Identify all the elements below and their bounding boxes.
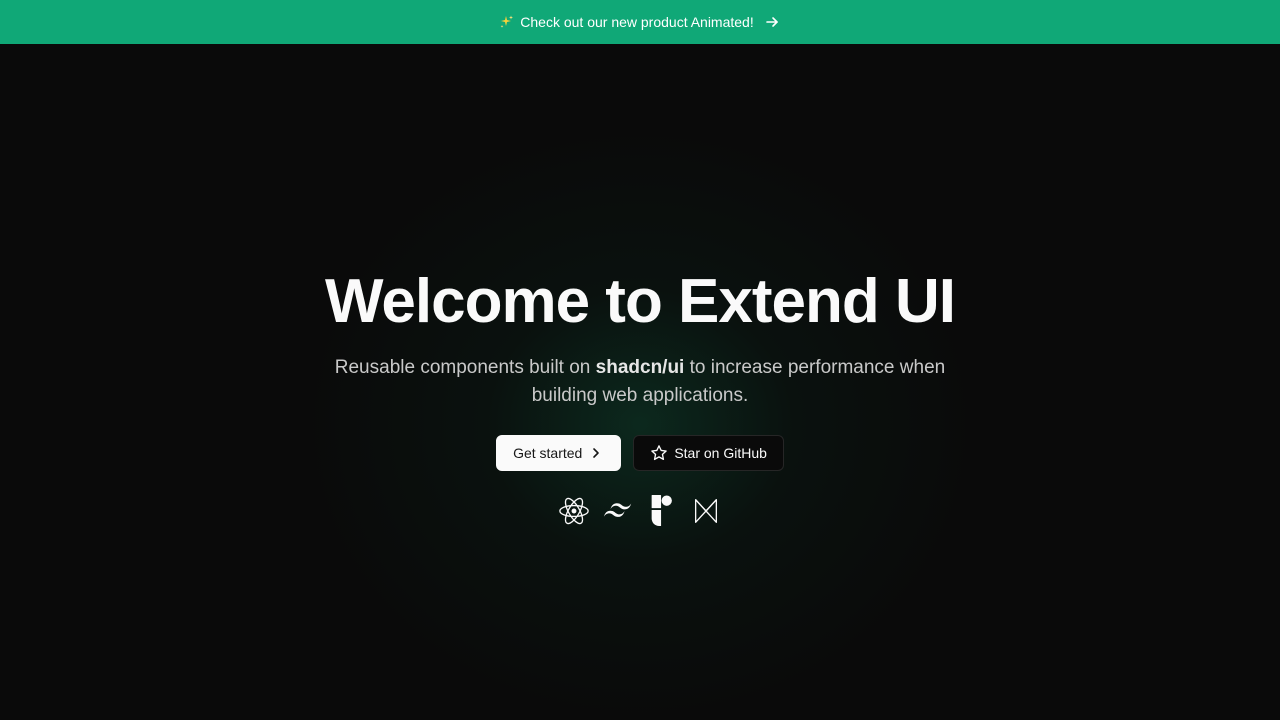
tech-stack — [0, 494, 1280, 528]
hero-actions: Get started Star on GitHub — [0, 435, 1280, 471]
subtitle-text-start: Reusable components built on — [334, 357, 596, 378]
star-icon — [650, 444, 668, 462]
star-on-github-button[interactable]: Star on GitHub — [633, 435, 784, 471]
tailwind-icon — [602, 494, 634, 528]
arrow-right-icon — [764, 14, 780, 30]
hero-subtitle: Reusable components built on shadcn/ui t… — [320, 354, 960, 410]
motion-icon — [690, 494, 722, 528]
announcement-banner[interactable]: Check out our new product Animated! — [0, 0, 1280, 44]
framer-icon — [646, 494, 678, 528]
react-icon — [558, 494, 590, 528]
page-title: Welcome to Extend UI — [325, 267, 956, 336]
hero-section: Welcome to Extend UI Reusable components… — [0, 44, 1280, 720]
banner-text: Check out our new product Animated! — [520, 14, 754, 30]
shadcn-ui-highlight: shadcn/ui — [595, 357, 685, 378]
chevron-right-icon — [588, 445, 604, 461]
get-started-button[interactable]: Get started — [496, 435, 622, 471]
sparkle-icon — [500, 15, 514, 29]
get-started-label: Get started — [513, 445, 583, 461]
star-on-github-label: Star on GitHub — [674, 445, 767, 461]
